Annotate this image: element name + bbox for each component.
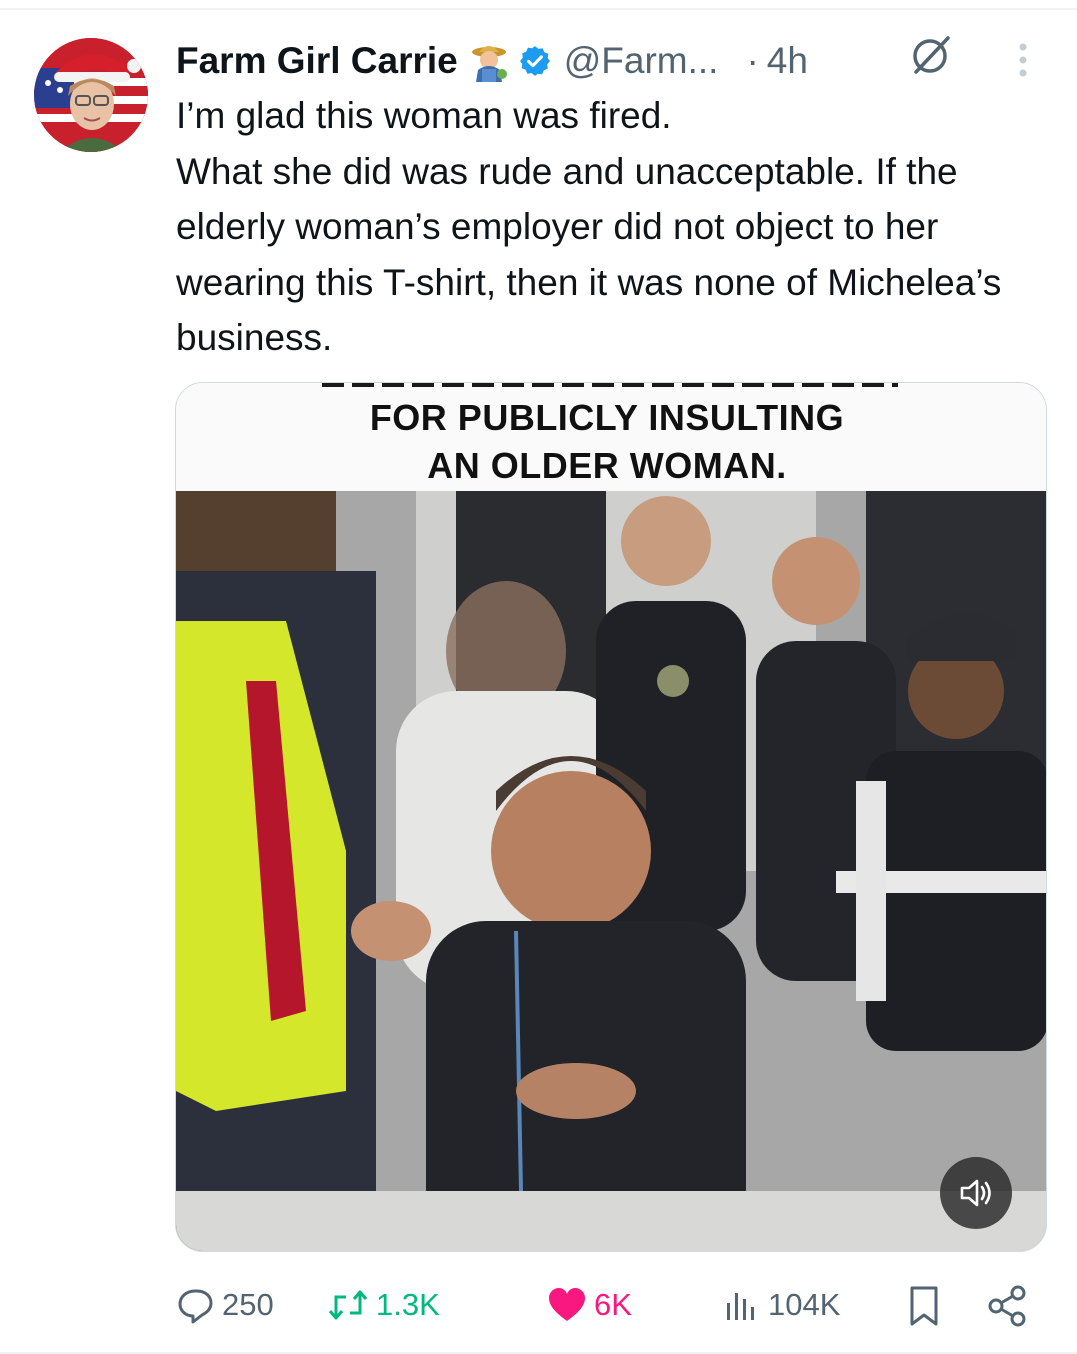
video-caption: AN OLDER WOMAN. [427,445,787,486]
bookmark-button[interactable] [904,1284,944,1333]
handle[interactable]: @Farm... [564,40,719,82]
video-frame [176,491,1046,1251]
view-count: 104K [768,1287,841,1322]
analytics-icon [727,1293,754,1320]
reply-icon [178,1289,213,1324]
farmer-emoji-icon [468,40,510,82]
share-button[interactable] [986,1284,1030,1333]
tweet-text-line: What she did was rude and unacceptable. … [176,150,1002,359]
views-button[interactable]: 104K [722,1278,840,1332]
speaker-icon [960,1179,991,1207]
video-caption-band: FOR PUBLICLY INSULTING AN OLDER WOMAN. [176,383,1046,491]
timestamp[interactable]: 4h [767,40,808,82]
verified-badge-icon [518,44,552,78]
like-button[interactable]: 6K [546,1278,632,1332]
more-options-icon[interactable] [1008,40,1038,80]
share-icon [988,1285,1026,1327]
cropped-caption-line [322,383,898,387]
avatar[interactable] [34,38,148,152]
repost-icon [328,1290,368,1320]
tweet-text-line: I’m glad this woman was fired. [176,95,672,136]
grok-icon[interactable] [908,30,956,78]
mute-toggle-button[interactable] [940,1157,1012,1229]
bookmark-icon [910,1286,938,1326]
repost-button[interactable]: 1.3K [326,1278,440,1332]
separator: · [746,40,759,81]
tweet-header: Farm Girl Carrie @Farm... · 4h [176,36,808,86]
repost-count: 1.3K [376,1287,440,1322]
display-name[interactable]: Farm Girl Carrie [176,40,458,82]
action-bar: 250 1.3K 6K 104K [176,1278,1046,1332]
heart-icon [549,1288,585,1321]
top-divider [0,8,1077,10]
tweet-text: I’m glad this woman was fired. What she … [176,88,1046,366]
like-count: 6K [594,1287,632,1322]
video-player[interactable]: FOR PUBLICLY INSULTING AN OLDER WOMAN. [175,382,1047,1252]
reply-count: 250 [222,1287,274,1322]
reply-button[interactable]: 250 [176,1278,274,1332]
video-caption: FOR PUBLICLY INSULTING [369,397,845,438]
